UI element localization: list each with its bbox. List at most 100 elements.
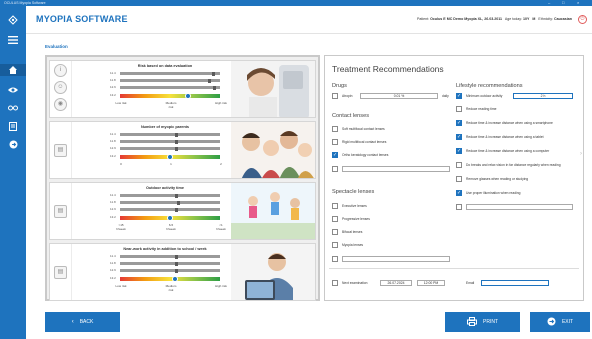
next-exam-checkbox[interactable] [332,280,338,286]
atropine-dose-input[interactable]: 0.01 % [360,93,438,99]
scale-label: Low risk [115,101,127,105]
spectacle-lens-checkbox[interactable] [332,242,338,248]
back-button-label: BACK [79,319,94,325]
spectacle-lens-label: Progressive lenses [342,217,370,221]
lifestyle-checkbox[interactable]: ✓ [456,120,462,126]
lifestyle-label: Reduce time & increase distance when usi… [466,135,544,139]
card-icon-column: ▤ [50,183,72,239]
close-window-button[interactable]: × [577,0,579,5]
drugs-heading: Drugs [332,83,347,89]
eye-icon[interactable] [5,84,21,96]
outdoor-activity-label: Minimum outdoor activity [466,94,503,98]
scale-label: High risk [215,101,227,105]
scale-label: Medium risk [165,284,177,292]
minimize-button[interactable]: – [548,0,550,5]
exit-button[interactable]: EXIT [530,312,590,332]
lifestyle-checkbox[interactable] [456,176,462,182]
evaluation-card: ▤ Outdoor activity time 11.4 11.8 12.9 13.2 >1… [49,182,316,240]
spectacle-lens-checkbox[interactable] [332,203,338,209]
row-label: 12.6 [110,85,116,89]
risk-scale [120,92,220,99]
lifestyle-checkbox[interactable] [456,162,462,168]
report-icon[interactable] [5,120,21,132]
window-title: OCULUS Myopia Software [4,0,46,5]
maximize-button[interactable]: □ [562,0,564,5]
contact-lens-checkbox[interactable]: ✓ [332,152,338,158]
scale-label: <1 h/week [216,223,226,231]
row-label: 13.2 [110,276,116,280]
next-exam-date-input[interactable]: 26.07.2024 [380,280,412,286]
contact-lens-checkbox[interactable] [332,139,338,145]
scale-label: 2 [220,162,222,166]
lifestyle-checkbox[interactable]: ✓ [456,134,462,140]
exit-icon[interactable] [5,138,21,150]
email-input[interactable] [481,280,549,286]
spectacle-lens-checkbox[interactable] [332,229,338,235]
evaluation-panel: i ☺ ◉ Risk based on data evaluation 11.4 11.8… [45,55,320,301]
history-marker [175,261,178,266]
atropine-checkbox[interactable] [332,93,338,99]
card-photo [231,122,315,178]
risk-scale [120,214,220,221]
divider [329,268,579,269]
history-bar [120,193,220,198]
user-icon[interactable]: ☺ [54,81,67,94]
home-icon[interactable] [0,64,26,76]
spectacle-other-checkbox[interactable] [332,256,338,262]
history-bar [120,200,220,205]
card-photo [231,61,315,117]
risk-indicator [172,275,178,282]
history-marker [175,132,178,137]
spectacle-lens-label: Bifocal lenses [342,230,363,234]
next-exam-time-input[interactable]: 12:00 PM [417,280,445,286]
lifestyle-label: Use proper illumination when reading [466,191,521,195]
lifestyle-checkbox[interactable]: ✓ [456,190,462,196]
history-bar [120,85,220,90]
card-photo [231,183,315,239]
outdoor-activity-checkbox[interactable]: ✓ [456,93,462,99]
card-title: Near-work activity in addition to school… [123,247,207,251]
contact-lens-checkbox[interactable] [332,126,338,132]
card-icon-column: i ☺ ◉ [50,61,72,117]
contact-lens-other-checkbox[interactable] [332,166,338,172]
history-bar [120,207,220,212]
lifestyle-checkbox[interactable] [456,106,462,112]
row-label: 11.8 [110,139,116,143]
history-marker [208,78,211,83]
printer-icon [467,316,477,328]
recommendations-panel: Treatment Recommendations Drugs Atropin … [324,55,584,301]
back-button[interactable]: ‹ BACK [45,312,120,332]
spectacle-other-input[interactable] [342,256,450,262]
lifestyle-checkbox[interactable]: ✓ [456,148,462,154]
lifestyle-other-checkbox[interactable] [456,204,462,210]
history-marker [175,193,178,198]
atropine-label: Atropin [342,94,353,98]
menu-icon[interactable] [5,34,21,46]
risk-scale [120,153,220,160]
scale-label: Medium risk [165,101,177,109]
risk-indicator [167,214,173,221]
print-button[interactable]: PRINT [445,312,520,332]
info-icon[interactable]: i [54,64,67,77]
sidebar [0,6,26,339]
glasses-icon[interactable] [5,102,21,114]
history-bar [120,146,220,151]
contact-lens-other-input[interactable] [342,166,450,172]
card-title: Outdoor activity time [146,186,184,190]
outdoor-activity-input[interactable]: 2 h [513,93,573,99]
scale-label: 1 [170,162,172,166]
row-label: 12.9 [110,146,116,150]
power-icon[interactable]: ⏻ [578,15,587,24]
lifestyle-other-input[interactable] [466,204,573,210]
atropine-unit: daily [442,94,449,98]
spectacle-lens-checkbox[interactable] [332,216,338,222]
scroll-right-icon[interactable]: › [580,151,582,157]
scale-label: >15 h/week [116,223,126,231]
eye-check-icon[interactable]: ◉ [54,98,67,111]
history-bar [120,261,220,266]
history-marker [177,200,180,205]
history-bar [120,78,220,83]
ethnicity-label: Ethnicity: [538,17,554,21]
family-icon: ▤ [54,144,67,157]
row-label: 11.8 [110,78,116,82]
